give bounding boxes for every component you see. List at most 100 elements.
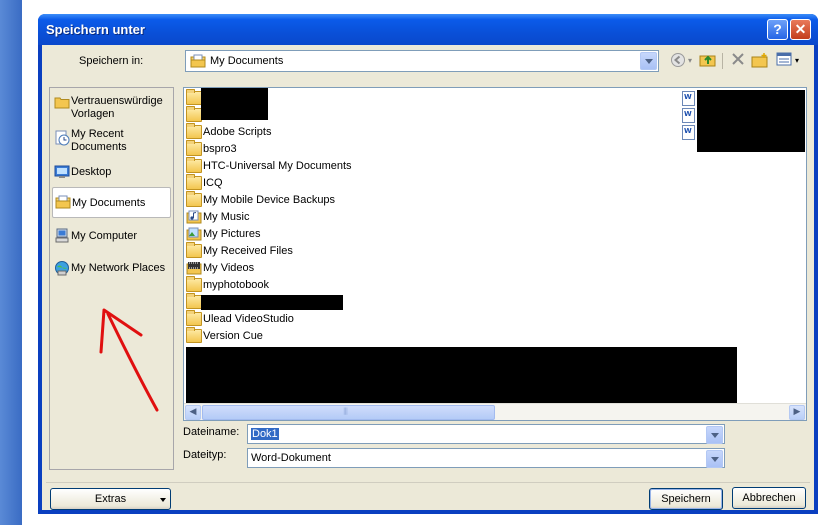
folder-icon — [186, 140, 202, 156]
file-name: Version Cue — [203, 330, 263, 342]
folder-icon — [186, 276, 202, 292]
file-list[interactable]: Adobe Scripts bspro3 HTC-Universal My Do… — [183, 87, 807, 421]
list-item[interactable]: Version Cue — [186, 327, 386, 345]
file-name: HTC-Universal My Documents — [203, 160, 352, 172]
list-item[interactable]: ICQ — [186, 174, 386, 192]
lookin-dropdown[interactable]: My Documents — [185, 50, 659, 72]
save-label: Speichern — [661, 493, 711, 505]
extras-label: Extras — [94, 493, 127, 505]
recent-documents-icon — [54, 130, 70, 146]
chevron-down-icon[interactable] — [706, 450, 723, 468]
scroll-thumb[interactable] — [202, 405, 495, 420]
list-item[interactable]: myphotobook — [186, 276, 386, 294]
place-label: My Network Places — [71, 262, 166, 274]
place-my-documents[interactable]: My Documents — [52, 187, 171, 218]
chevron-down-icon[interactable] — [640, 52, 657, 70]
file-name: My Pictures — [203, 228, 261, 240]
filename-label: Dateiname: — [183, 426, 240, 438]
file-name: My Received Files — [203, 245, 293, 257]
title-bar[interactable]: Speichern unter ? ✕ — [38, 14, 818, 45]
file-name: bspro3 — [203, 143, 237, 155]
cancel-button[interactable]: Abbrechen — [732, 487, 806, 509]
views-dropdown-icon[interactable]: ▾ — [792, 52, 802, 70]
file-name: My Mobile Device Backups — [203, 194, 336, 206]
videos-folder-icon — [186, 261, 202, 275]
list-item[interactable]: Adobe Scripts — [186, 123, 386, 141]
up-folder-icon[interactable] — [698, 52, 718, 70]
folder-icon — [186, 310, 202, 326]
my-documents-icon — [190, 54, 206, 68]
place-label: My Documents — [72, 197, 146, 209]
divider — [46, 482, 810, 483]
redaction-block — [186, 347, 737, 403]
computer-icon — [54, 228, 70, 244]
word-document-icon[interactable] — [682, 91, 695, 106]
word-document-icon[interactable] — [682, 108, 695, 123]
file-name: Adobe Scripts — [203, 126, 272, 138]
place-label: My Computer — [71, 230, 138, 242]
toolbar-divider — [722, 53, 723, 69]
scroll-right-icon[interactable]: ▶ — [789, 405, 805, 420]
folder-icon — [54, 95, 70, 111]
file-name: ICQ — [203, 177, 223, 189]
network-places-icon — [54, 260, 70, 276]
music-folder-icon — [186, 210, 202, 224]
list-item[interactable]: My Pictures — [186, 226, 386, 243]
filetype-select[interactable]: Word-Dokument — [247, 448, 725, 468]
pictures-folder-icon — [186, 227, 202, 241]
delete-icon[interactable] — [728, 52, 748, 70]
folder-icon — [186, 123, 202, 139]
folder-icon — [186, 327, 202, 343]
desktop-background — [0, 0, 22, 525]
redaction-block — [201, 295, 343, 310]
list-item[interactable]: My Videos — [186, 260, 386, 277]
folder-icon — [186, 157, 202, 173]
scroll-left-icon[interactable]: ◀ — [185, 405, 201, 420]
file-name: myphotobook — [203, 279, 270, 291]
list-item[interactable]: HTC-Universal My Documents — [186, 157, 386, 175]
annotation-arrow-icon — [99, 308, 159, 412]
my-documents-icon — [55, 195, 71, 211]
views-icon[interactable] — [774, 52, 794, 70]
dropdown-arrow-icon — [160, 498, 166, 502]
save-button[interactable]: Speichern — [649, 488, 723, 510]
cancel-label: Abbrechen — [742, 492, 796, 504]
close-button[interactable]: ✕ — [790, 19, 811, 40]
desktop-icon — [54, 164, 70, 180]
place-my-computer[interactable]: My Computer — [52, 226, 171, 246]
file-name: My Music — [203, 211, 250, 223]
list-item[interactable]: My Received Files — [186, 242, 386, 260]
list-item[interactable]: Ulead VideoStudio — [186, 310, 386, 328]
list-item[interactable]: My Mobile Device Backups — [186, 191, 386, 209]
place-desktop[interactable]: Desktop — [52, 162, 171, 182]
redaction-block — [201, 88, 268, 120]
folder-icon — [186, 106, 202, 122]
lookin-label: Speichern in: — [79, 55, 144, 67]
horizontal-scrollbar[interactable]: ◀ ▶ — [184, 403, 806, 420]
filetype-value: Word-Dokument — [251, 452, 331, 464]
folder-icon — [186, 191, 202, 207]
save-as-dialog: Speichern unter ? ✕ Speichern in: My Doc… — [38, 14, 818, 514]
list-item[interactable]: My Music — [186, 209, 386, 226]
chevron-down-icon[interactable] — [706, 426, 723, 444]
redaction-block — [697, 90, 805, 152]
back-dropdown-icon[interactable]: ▾ — [685, 52, 695, 70]
filename-field[interactable]: Dok1 — [247, 424, 725, 444]
folder-icon — [186, 293, 202, 309]
place-trusted-templates[interactable]: Vertrauenswürdige Vorlagen — [52, 93, 171, 123]
folder-icon — [186, 174, 202, 190]
word-document-icon[interactable] — [682, 125, 695, 140]
help-button[interactable]: ? — [767, 19, 788, 40]
list-item[interactable]: bspro3 — [186, 140, 386, 158]
file-name: My Videos — [203, 262, 255, 274]
place-label: My Recent Documents — [71, 128, 127, 153]
filetype-label: Dateityp: — [183, 449, 227, 461]
lookin-value: My Documents — [210, 55, 284, 67]
folder-icon — [186, 89, 202, 105]
place-recent-documents[interactable]: My Recent Documents — [52, 126, 171, 156]
place-label: Desktop — [71, 166, 112, 178]
new-folder-icon[interactable] — [750, 52, 770, 70]
place-network-places[interactable]: My Network Places — [52, 258, 171, 278]
place-label: Vertrauenswürdige Vorlagen — [71, 95, 163, 120]
extras-button[interactable]: Extras — [50, 488, 171, 510]
